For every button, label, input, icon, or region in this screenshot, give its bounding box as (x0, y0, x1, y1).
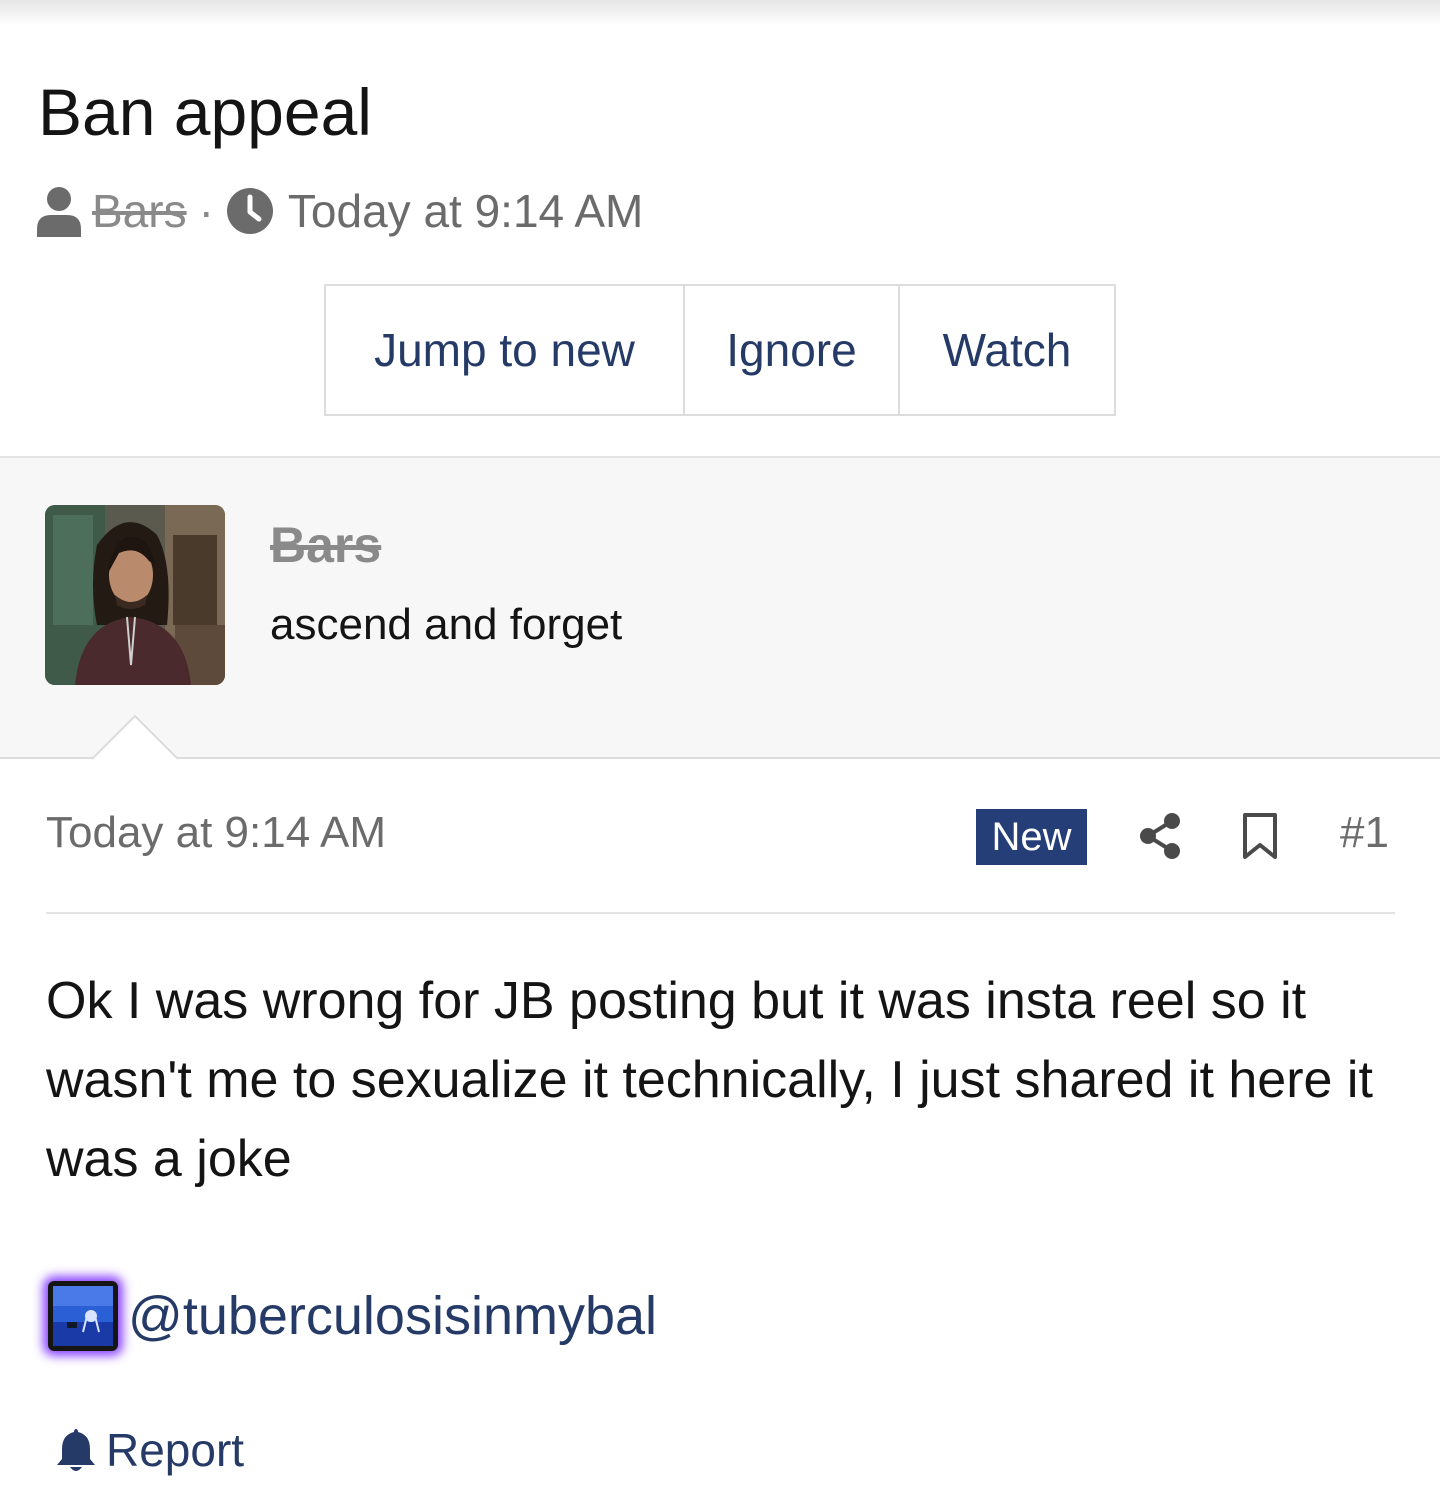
bookmark-icon[interactable] (1241, 812, 1279, 860)
post-number-link[interactable]: #1 (1340, 808, 1389, 858)
clock-icon (226, 188, 273, 234)
poster-user-title: ascend and forget (270, 600, 623, 649)
post-body-text: Ok I was wrong for JB posting but it was… (46, 972, 1373, 1188)
user-block-pointer (92, 714, 178, 760)
post-header-divider (46, 912, 1395, 914)
post-user-block: Bars ascend and forget (0, 456, 1440, 759)
report-button[interactable]: Report (56, 1420, 244, 1480)
mention-avatar[interactable] (48, 1281, 118, 1351)
post-date[interactable]: Today at 9:14 AM (46, 808, 386, 858)
mention-link[interactable]: @tuberculosisinmybal (128, 1285, 657, 1347)
poster-username[interactable]: Bars (270, 516, 381, 574)
bell-icon (57, 1429, 95, 1471)
user-icon (37, 187, 81, 237)
top-shadow (0, 0, 1440, 26)
ignore-button[interactable]: Ignore (685, 286, 900, 414)
thread-author-link[interactable]: Bars (92, 184, 187, 238)
report-label: Report (106, 1424, 245, 1476)
meta-separator: · (198, 185, 214, 237)
watch-button[interactable]: Watch (900, 286, 1114, 414)
avatar-image (45, 505, 225, 685)
mention-row: @tuberculosisinmybal (44, 1278, 657, 1354)
mention-avatar-image (53, 1286, 113, 1346)
thread-action-buttons: Jump to new Ignore Watch (324, 284, 1116, 416)
jump-to-new-button[interactable]: Jump to new (326, 286, 685, 414)
new-badge: New (976, 809, 1087, 865)
thread-timestamp[interactable]: Today at 9:14 AM (288, 184, 643, 238)
share-icon[interactable] (1138, 812, 1182, 860)
thread-meta: Bars · Today at 9:14 AM (36, 180, 643, 242)
avatar[interactable] (45, 505, 225, 685)
page-title: Ban appeal (38, 75, 372, 149)
